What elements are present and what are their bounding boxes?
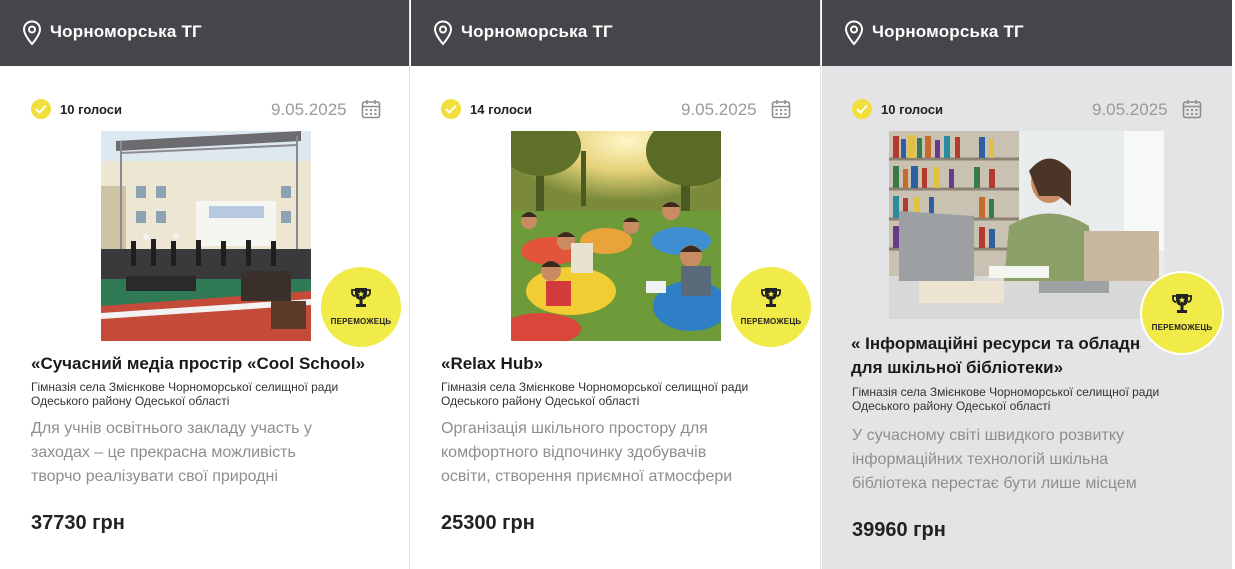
card-header: Чорноморська ТГ xyxy=(0,0,409,66)
project-photo[interactable] xyxy=(889,131,1164,319)
publish-date: 9.05.2025 xyxy=(681,100,757,119)
publish-date: 9.05.2025 xyxy=(271,100,347,119)
description-line3: бібліотека перестає бути лише місцем xyxy=(852,475,1137,492)
winner-label: ПЕРЕМОЖЕЦЬ xyxy=(740,317,802,326)
votes-count: 14 голоси xyxy=(470,102,533,117)
winner-badge: ПЕРЕМОЖЕЦЬ xyxy=(1142,273,1222,353)
school-name-line2: Одеського району Одеської області xyxy=(441,394,640,408)
trophy-icon xyxy=(351,288,371,307)
publish-date: 9.05.2025 xyxy=(1092,100,1168,119)
project-price: 37730 грн xyxy=(31,512,125,534)
winner-badge: ПЕРЕМОЖЕЦЬ xyxy=(731,267,811,347)
school-name-line2: Одеського району Одеської області xyxy=(31,394,230,408)
school-name-line1: Гімназія села Змієнкове Чорноморської се… xyxy=(31,380,339,394)
project-card-3[interactable]: Чорноморська ТГ 10 голоси 9.05.2025 ПЕРЕ… xyxy=(822,0,1232,569)
calendar-icon xyxy=(1182,100,1202,119)
project-price: 25300 грн xyxy=(441,512,535,534)
calendar-icon xyxy=(771,100,791,119)
project-title[interactable]: «Сучасний медіа простір «Cool School» xyxy=(31,353,365,375)
location-pin-icon xyxy=(433,20,453,46)
check-icon xyxy=(852,99,872,119)
school-name-line1: Гімназія села Змієнкове Чорноморської се… xyxy=(441,380,749,394)
location-pin-icon xyxy=(844,20,864,46)
location-name: Чорноморська ТГ xyxy=(50,22,202,41)
location-pin-icon xyxy=(22,20,42,46)
description-line2: заходах – це прекрасна можливість xyxy=(31,444,296,461)
check-icon xyxy=(441,99,461,119)
project-title-line1[interactable]: « Інформаційні ресурси та обладнання xyxy=(851,333,1141,355)
winner-label: ПЕРЕМОЖЕЦЬ xyxy=(330,317,392,326)
card-header: Чорноморська ТГ xyxy=(411,0,820,66)
check-icon xyxy=(31,99,51,119)
description-line3: освіти, створення приємної атмосфери xyxy=(441,468,733,485)
project-card-1[interactable]: Чорноморська ТГ 10 голоси 9.05.2025 ПЕРЕ… xyxy=(0,0,410,569)
school-name-line2: Одеського району Одеської області xyxy=(852,399,1051,413)
description-line3: творчо реалізувати свої природні xyxy=(31,468,278,485)
trophy-icon xyxy=(761,288,781,307)
votes-count: 10 голоси xyxy=(60,102,123,117)
winner-label: ПЕРЕМОЖЕЦЬ xyxy=(1151,323,1213,332)
description-line2: комфортного відпочинку здобувачів xyxy=(441,444,707,461)
trophy-icon xyxy=(1172,294,1192,313)
description-line1: Для учнів освітнього закладу участь у xyxy=(31,420,312,437)
votes-count: 10 голоси xyxy=(881,102,944,117)
description-line1: Організація шкільного простору для xyxy=(441,420,708,437)
project-photo[interactable] xyxy=(101,131,311,341)
project-card-2[interactable]: Чорноморська ТГ 14 голоси 9.05.2025 ПЕРЕ… xyxy=(411,0,821,569)
card-header: Чорноморська ТГ xyxy=(822,0,1232,66)
location-name: Чорноморська ТГ xyxy=(872,22,1024,41)
school-name-line1: Гімназія села Змієнкове Чорноморської се… xyxy=(852,385,1160,399)
description-line1: У сучасному світі швидкого розвитку xyxy=(852,427,1124,444)
project-title-line2[interactable]: для шкільної бібліотеки» xyxy=(851,357,1063,379)
project-price: 39960 грн xyxy=(852,519,946,541)
project-title[interactable]: «Relax Hub» xyxy=(441,353,543,375)
winner-badge: ПЕРЕМОЖЕЦЬ xyxy=(321,267,401,347)
description-line2: інформаційних технологій шкільна xyxy=(852,451,1109,468)
project-photo[interactable] xyxy=(511,131,721,341)
location-name: Чорноморська ТГ xyxy=(461,22,613,41)
calendar-icon xyxy=(361,100,381,119)
